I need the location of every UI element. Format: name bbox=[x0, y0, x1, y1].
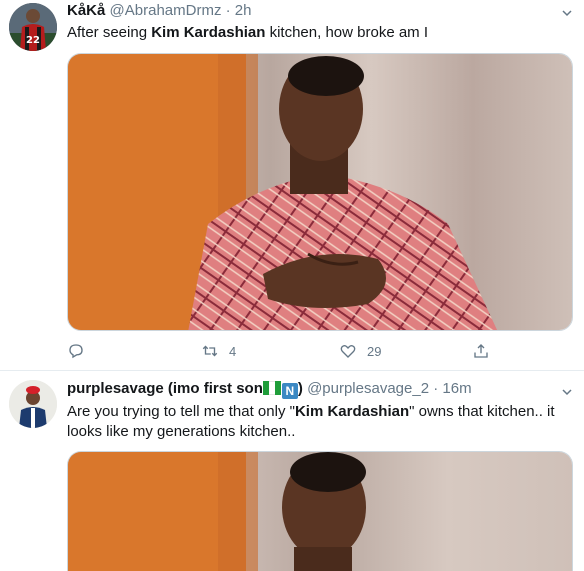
chevron-down-icon[interactable] bbox=[562, 384, 572, 396]
retweet-icon bbox=[202, 345, 218, 357]
tweet-timestamp[interactable]: 2h bbox=[235, 2, 252, 19]
tweet-header: purplesavage (imo first son N) @purplesav… bbox=[67, 379, 472, 399]
svg-text:22: 22 bbox=[26, 35, 40, 46]
retweet-button[interactable]: 4 bbox=[201, 339, 236, 363]
like-button[interactable]: 29 bbox=[339, 339, 381, 363]
separator-dot: · bbox=[225, 2, 231, 19]
tweet-text: Are you trying to tell me that only "Kim… bbox=[67, 402, 567, 442]
avatar[interactable]: 22 bbox=[9, 3, 57, 51]
share-icon bbox=[474, 344, 488, 358]
chevron-down-icon[interactable] bbox=[562, 5, 572, 17]
tweet-timestamp[interactable]: 16m bbox=[442, 380, 471, 397]
author-handle[interactable]: @AbrahamDrmz bbox=[110, 2, 222, 19]
tweet-text-bold: Kim Kardashian bbox=[151, 24, 266, 41]
author-name[interactable]: KåKå bbox=[67, 2, 105, 19]
n-letter-icon: N bbox=[281, 383, 298, 399]
avatar[interactable] bbox=[9, 380, 57, 428]
like-count: 29 bbox=[367, 343, 382, 359]
man-in-red-hat-avatar-icon bbox=[9, 380, 57, 428]
author-handle[interactable]: @purplesavage_2 bbox=[307, 380, 429, 397]
nigeria-flag-icon bbox=[262, 380, 281, 397]
meme-photo-man-in-patterned-robe bbox=[68, 54, 572, 330]
tweet-text-pre: Are you trying to tell me that only " bbox=[67, 403, 295, 420]
tweet[interactable]: purplesavage (imo first son N) @purplesav… bbox=[0, 371, 584, 571]
tweet-text: After seeing Kim Kardashian kitchen, how… bbox=[67, 23, 567, 43]
separator-dot: · bbox=[433, 380, 439, 397]
tweet-header: KåKå @AbrahamDrmz · 2h bbox=[67, 1, 251, 21]
tweet-text-pre: After seeing bbox=[67, 24, 152, 41]
meme-photo-man-in-patterned-robe bbox=[68, 452, 572, 571]
tweet-text-post: kitchen, how broke am I bbox=[265, 24, 428, 41]
tweet[interactable]: 22 KåKå @AbrahamDrmz · 2h After seeing K… bbox=[0, 0, 584, 371]
share-button[interactable] bbox=[472, 339, 500, 363]
reply-icon bbox=[69, 344, 83, 359]
author-name-suffix: ) bbox=[297, 380, 303, 397]
tweet-media-image[interactable] bbox=[67, 53, 573, 331]
heart-icon bbox=[340, 344, 356, 358]
retweet-count: 4 bbox=[229, 343, 237, 359]
reply-button[interactable] bbox=[67, 339, 95, 363]
tweet-media-image[interactable] bbox=[67, 451, 573, 571]
tweet-actions: 4 29 bbox=[67, 339, 517, 363]
author-name-text: purplesavage (imo first son bbox=[67, 380, 263, 397]
tweet-text-bold: Kim Kardashian bbox=[294, 403, 410, 420]
footballer-avatar-icon: 22 bbox=[9, 3, 57, 51]
author-name[interactable]: purplesavage (imo first son N) bbox=[67, 380, 303, 399]
